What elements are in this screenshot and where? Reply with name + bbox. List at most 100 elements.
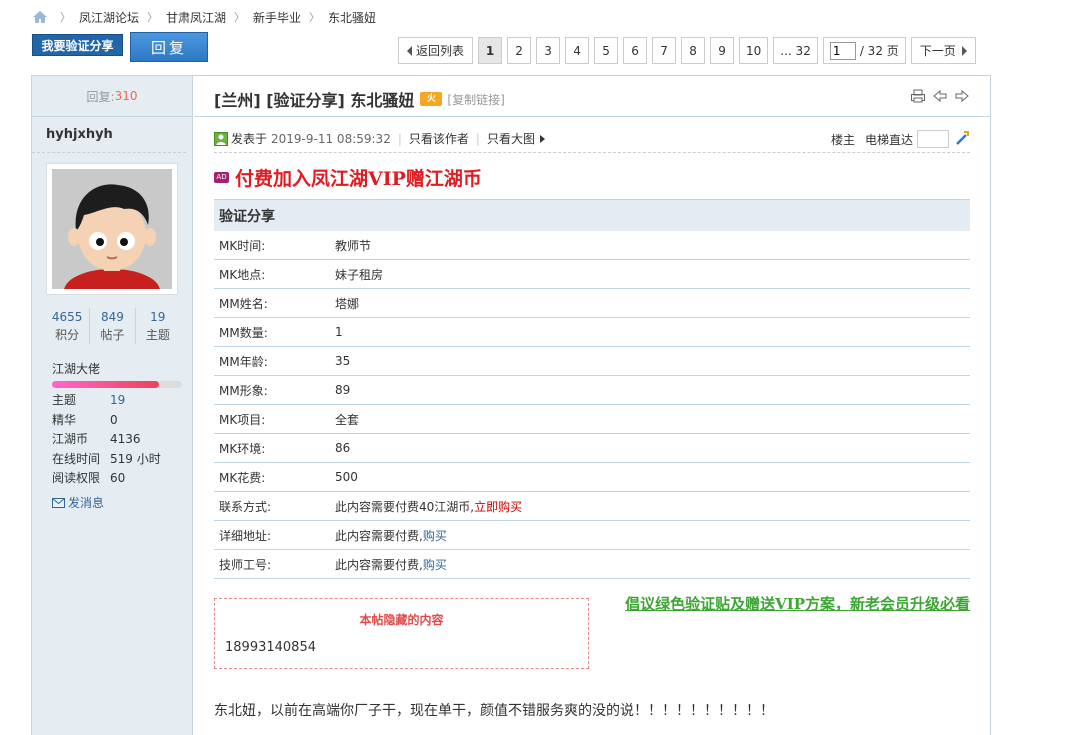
breadcrumb-link[interactable]: 东北骚妞: [328, 9, 376, 26]
hot-badge: 火: [420, 92, 443, 106]
author-stats: 4655 积分 849 帖子 19 主题: [45, 308, 180, 344]
reply-count-value: 310: [114, 89, 138, 103]
info-key: 主题: [52, 393, 77, 407]
paywall-text: 此内容需要付费,: [335, 557, 423, 572]
row-key: MK地点:: [219, 267, 266, 282]
table-row: MK项目: 全套: [214, 405, 970, 434]
vip-proposal-link[interactable]: 倡议绿色验证贴及赠送VIP方案，新老会员升级必看: [625, 593, 970, 614]
info-row: 阅读权限 60: [52, 469, 161, 489]
stat-value: 849: [101, 310, 124, 324]
row-value: 全套: [335, 412, 360, 427]
next-page-label: 下一页: [919, 44, 956, 58]
big-image-link[interactable]: 只看大图: [487, 130, 535, 147]
post-body: 东北妞，以前在高端你厂子干，现在单干，颜值不错服务爽的没的说！！！！！！！！！！: [214, 703, 774, 719]
posted-date: 2019-9-11 08:59:32: [271, 131, 391, 146]
author-username[interactable]: hyhjxhyh: [32, 117, 186, 153]
floor-tools: 楼主 电梯直达: [831, 125, 970, 153]
paywall-text: 此内容需要付费40江湖币,: [335, 499, 475, 514]
row-key: MK时间:: [219, 238, 266, 253]
info-value[interactable]: 19: [110, 391, 125, 411]
page-link[interactable]: 7: [652, 37, 677, 64]
page-total-label: / 32 页: [859, 44, 899, 58]
row-value: 89: [335, 383, 351, 397]
row-key: MM数量:: [219, 325, 268, 340]
jump-icon[interactable]: [954, 130, 970, 149]
row-value: 妹子租房: [335, 267, 384, 282]
stat-label: 主题: [145, 328, 170, 342]
info-key: 在线时间: [52, 451, 101, 466]
table-row-address: 详细地址: 此内容需要付费,购买: [214, 521, 970, 550]
ad-tag: AD: [214, 172, 229, 183]
back-to-list-button[interactable]: 返回列表: [398, 37, 474, 64]
verify-share-button[interactable]: 我要验证分享: [32, 34, 123, 56]
page-link-current[interactable]: 1: [478, 37, 503, 64]
info-row: 江湖币 4136: [52, 430, 161, 450]
breadcrumb-link[interactable]: 甘肃凤江湖: [166, 9, 226, 26]
verify-table: 验证分享 MK时间: 教师节 MK地点: 妹子租房 MM姓名: 塔娜 MM数量: 1 M…: [214, 199, 970, 579]
stat-posts[interactable]: 849 帖子: [90, 308, 136, 344]
page-link[interactable]: 5: [594, 37, 619, 64]
copy-link-button[interactable]: [复制链接]: [447, 91, 504, 108]
avatar[interactable]: [46, 163, 178, 295]
hidden-content-title: 本帖隐藏的内容: [359, 613, 444, 627]
floor-label: 楼主: [830, 132, 855, 147]
page-link-last[interactable]: ... 32: [773, 37, 818, 64]
page-link[interactable]: 6: [623, 37, 648, 64]
row-value: 此内容需要付费40江湖币,立即购买: [335, 498, 522, 515]
row-value: 500: [335, 470, 358, 484]
chevron-right-icon: 〉: [147, 11, 159, 24]
rank-progress-fill: [52, 381, 159, 388]
row-value: 35: [335, 354, 351, 368]
page-jump: / 32 页: [822, 37, 906, 64]
ad-text: 付费加入凤江湖VIP赠江湖币: [235, 168, 482, 190]
home-icon[interactable]: [32, 10, 48, 24]
post-title: [兰州] [验证分享] 东北骚妞: [214, 91, 415, 110]
next-thread-icon[interactable]: [954, 88, 970, 104]
post-content-area: [兰州] [验证分享] 东北骚妞 火 [复制链接] 发表于 2019-9-11 …: [194, 76, 990, 735]
reply-button[interactable]: 回复: [130, 32, 208, 62]
row-value: 1: [335, 325, 343, 339]
table-row-contact: 联系方式: 此内容需要付费40江湖币,立即购买: [214, 492, 970, 521]
page-link[interactable]: 9: [710, 37, 735, 64]
row-value: 教师节: [335, 238, 372, 253]
info-value: 60: [110, 471, 126, 485]
breadcrumb-link[interactable]: 新手毕业: [253, 9, 301, 26]
row-value: 86: [335, 441, 351, 455]
print-icon[interactable]: [910, 88, 926, 104]
page-jump-input[interactable]: [829, 41, 856, 60]
info-value: 519 小时: [110, 451, 161, 466]
page-link[interactable]: 3: [536, 37, 561, 64]
page-link[interactable]: 10: [739, 37, 769, 64]
page-link[interactable]: 8: [681, 37, 706, 64]
reply-count: 回复: 310: [32, 76, 192, 117]
send-message-link[interactable]: 发消息: [52, 494, 104, 511]
info-row: 在线时间 519 小时: [52, 450, 161, 470]
row-key: MK项目:: [219, 412, 266, 427]
buy-link[interactable]: 购买: [423, 558, 447, 572]
page-link[interactable]: 2: [507, 37, 532, 64]
chevron-right-icon: [961, 45, 967, 56]
info-value: 0: [110, 412, 118, 427]
buy-now-link[interactable]: 立即购买: [474, 500, 522, 514]
previous-thread-icon[interactable]: [932, 88, 948, 104]
info-key: 阅读权限: [52, 471, 101, 485]
caret-right-icon: [539, 134, 545, 143]
info-row: 精华 0: [52, 411, 161, 431]
row-key: 联系方式:: [219, 499, 272, 514]
stat-threads[interactable]: 19 主题: [136, 308, 180, 344]
send-message-label: 发消息: [68, 496, 105, 510]
hidden-content-value: 18993140854: [225, 640, 316, 655]
breadcrumb-link[interactable]: 凤江湖论坛: [79, 9, 139, 26]
stat-points[interactable]: 4655 积分: [45, 308, 91, 344]
page-link[interactable]: 4: [565, 37, 590, 64]
verify-table-header: 验证分享: [214, 199, 970, 231]
only-author-link[interactable]: 只看该作者: [409, 130, 469, 147]
row-key: 详细地址:: [219, 528, 272, 543]
table-row: MM姓名: 塔娜: [214, 289, 970, 318]
next-page-button[interactable]: 下一页: [910, 37, 976, 64]
buy-link[interactable]: 购买: [423, 529, 447, 543]
vip-ad[interactable]: AD 付费加入凤江湖VIP赠江湖币: [214, 164, 482, 191]
table-row: MK花费: 500: [214, 463, 970, 492]
table-row: MM形象: 89: [214, 376, 970, 405]
elevator-input[interactable]: [917, 130, 949, 148]
